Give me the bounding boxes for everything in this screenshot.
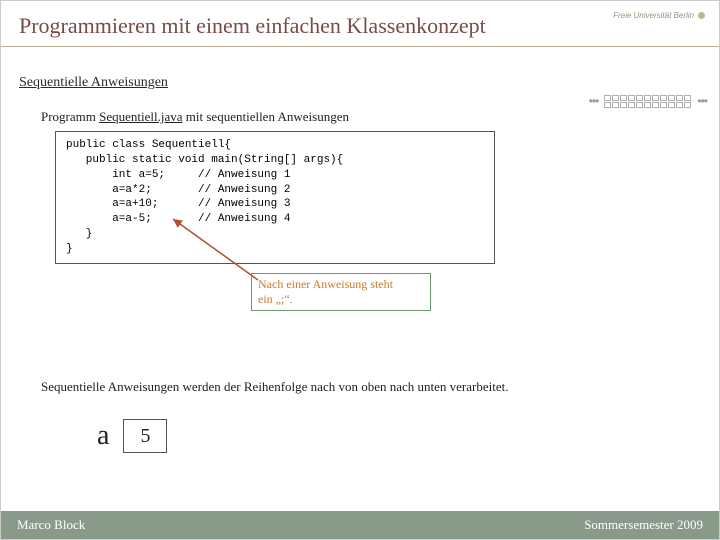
annotation-box: Nach einer Anweisung steht ein „;“.: [251, 273, 431, 311]
footer-semester: Sommersemester 2009: [584, 517, 703, 533]
header: Programmieren mit einem einfachen Klasse…: [1, 1, 719, 47]
dots-left-icon: •••: [589, 94, 599, 108]
variable-value: 5: [123, 419, 167, 453]
dots-right-icon: •••: [697, 94, 707, 108]
logo-text: Freie Universität Berlin: [613, 11, 694, 20]
film-strip-graphic: ••• •••: [589, 91, 707, 111]
film-frames: [604, 95, 691, 108]
logo-icon: [698, 12, 705, 19]
university-logo: Freie Universität Berlin: [613, 11, 705, 20]
desc-pre: Programm: [41, 109, 99, 124]
program-description: Programm Sequentiell.java mit sequentiel…: [41, 109, 719, 125]
variable-display: a 5: [97, 419, 167, 453]
desc-post: mit sequentiellen Anweisungen: [183, 109, 349, 124]
footer-author: Marco Block: [17, 517, 85, 533]
slide: Programmieren mit einem einfachen Klasse…: [0, 0, 720, 540]
code-block: public class Sequentiell{ public static …: [55, 131, 495, 264]
annotation-line1: Nach einer Anweisung steht: [258, 277, 424, 292]
annotation-line2: ein „;“.: [258, 292, 424, 307]
page-title: Programmieren mit einem einfachen Klasse…: [1, 1, 719, 39]
section-title: Sequentielle Anweisungen: [19, 75, 719, 91]
footer: Marco Block Sommersemester 2009: [1, 511, 719, 539]
desc-link: Sequentiell.java: [99, 109, 182, 124]
body-text: Sequentielle Anweisungen werden der Reih…: [41, 379, 719, 395]
variable-name: a: [97, 420, 109, 452]
